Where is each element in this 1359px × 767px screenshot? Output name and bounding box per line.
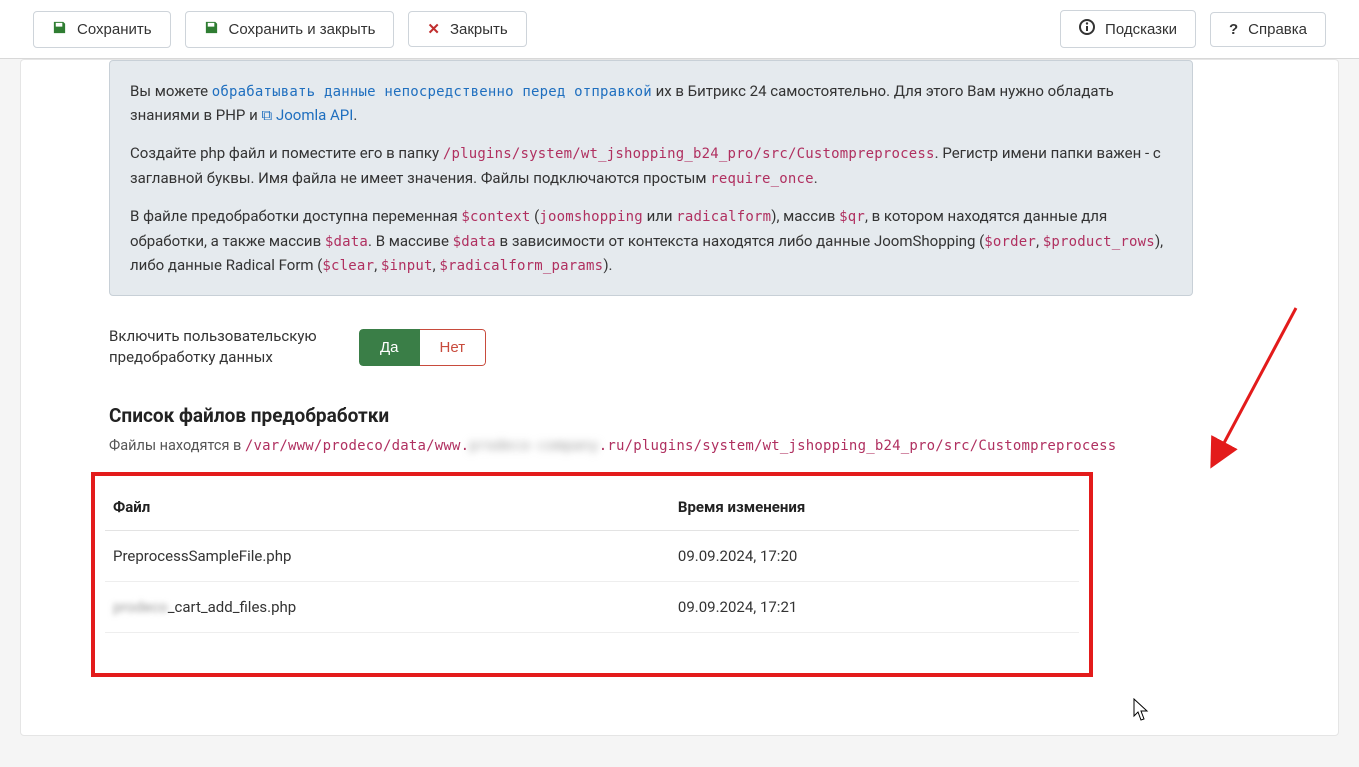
require-once-code: require_once [710,171,814,187]
infobox-paragraph-2: Создайте php файл и поместите его в папк… [130,141,1172,190]
preprocess-doc-link[interactable]: обрабатывать данные непосредственно пере… [212,84,652,100]
col-file: Файл [105,484,670,531]
toggle-yes-button[interactable]: Да [359,329,420,366]
table-row: prodeco_cart_add_files.php 09.09.2024, 1… [105,582,1079,633]
toggle-no-button[interactable]: Нет [420,329,487,366]
close-button[interactable]: ✕ Закрыть [408,11,526,47]
info-notice: Вы можете обрабатывать данные непосредст… [109,60,1193,296]
hints-button[interactable]: Подсказки [1060,10,1196,48]
save-icon [204,20,219,39]
file-name-cell: prodeco_cart_add_files.php [105,582,670,633]
files-table: Файл Время изменения PreprocessSampleFil… [105,484,1079,633]
top-toolbar: Сохранить Сохранить и закрыть ✕ Закрыть … [0,0,1359,59]
question-icon: ? [1229,21,1238,38]
hints-button-label: Подсказки [1105,21,1177,38]
files-table-highlight: Файл Время изменения PreprocessSampleFil… [91,472,1093,677]
plugin-path-code: /plugins/system/wt_jshopping_b24_pro/src… [443,146,935,162]
save-button-label: Сохранить [77,21,152,38]
joomla-api-link[interactable]: ⧉ Joomla API [262,106,354,124]
file-time-cell: 09.09.2024, 17:21 [670,582,1079,633]
save-and-close-button[interactable]: Сохранить и закрыть [185,11,395,48]
files-path-code: /var/www/prodeco/data/www.prodeco-compan… [245,438,1117,454]
files-section-title: Список файлов предобработки [109,404,1193,427]
scroll-area[interactable]: Вы можете обрабатывать данные непосредст… [21,60,1338,735]
table-row: PreprocessSampleFile.php 09.09.2024, 17:… [105,531,1079,582]
help-button[interactable]: ? Справка [1210,12,1326,47]
files-section: Список файлов предобработки Файлы находя… [109,404,1193,677]
enable-preprocess-row: Включить пользовательскую предобработку … [109,318,1263,394]
close-icon: ✕ [427,20,440,38]
help-button-label: Справка [1248,21,1307,38]
enable-preprocess-toggle: Да Нет [359,329,486,366]
col-time: Время изменения [670,484,1079,531]
save-icon [52,20,67,39]
infobox-paragraph-1: Вы можете обрабатывать данные непосредст… [130,79,1172,127]
info-icon [1079,19,1095,39]
external-link-icon: ⧉ [262,106,273,124]
file-time-cell: 09.09.2024, 17:20 [670,531,1079,582]
enable-preprocess-label: Включить пользовательскую предобработку … [109,326,329,368]
main-panel: Вы можете обрабатывать данные непосредст… [20,59,1339,736]
save-button[interactable]: Сохранить [33,11,171,48]
infobox-paragraph-3: В файле предобработки доступна переменна… [130,204,1172,277]
file-name-cell: PreprocessSampleFile.php [105,531,670,582]
close-button-label: Закрыть [450,21,508,38]
files-path-line: Файлы находятся в /var/www/prodeco/data/… [109,437,1193,454]
save-and-close-button-label: Сохранить и закрыть [229,21,376,38]
